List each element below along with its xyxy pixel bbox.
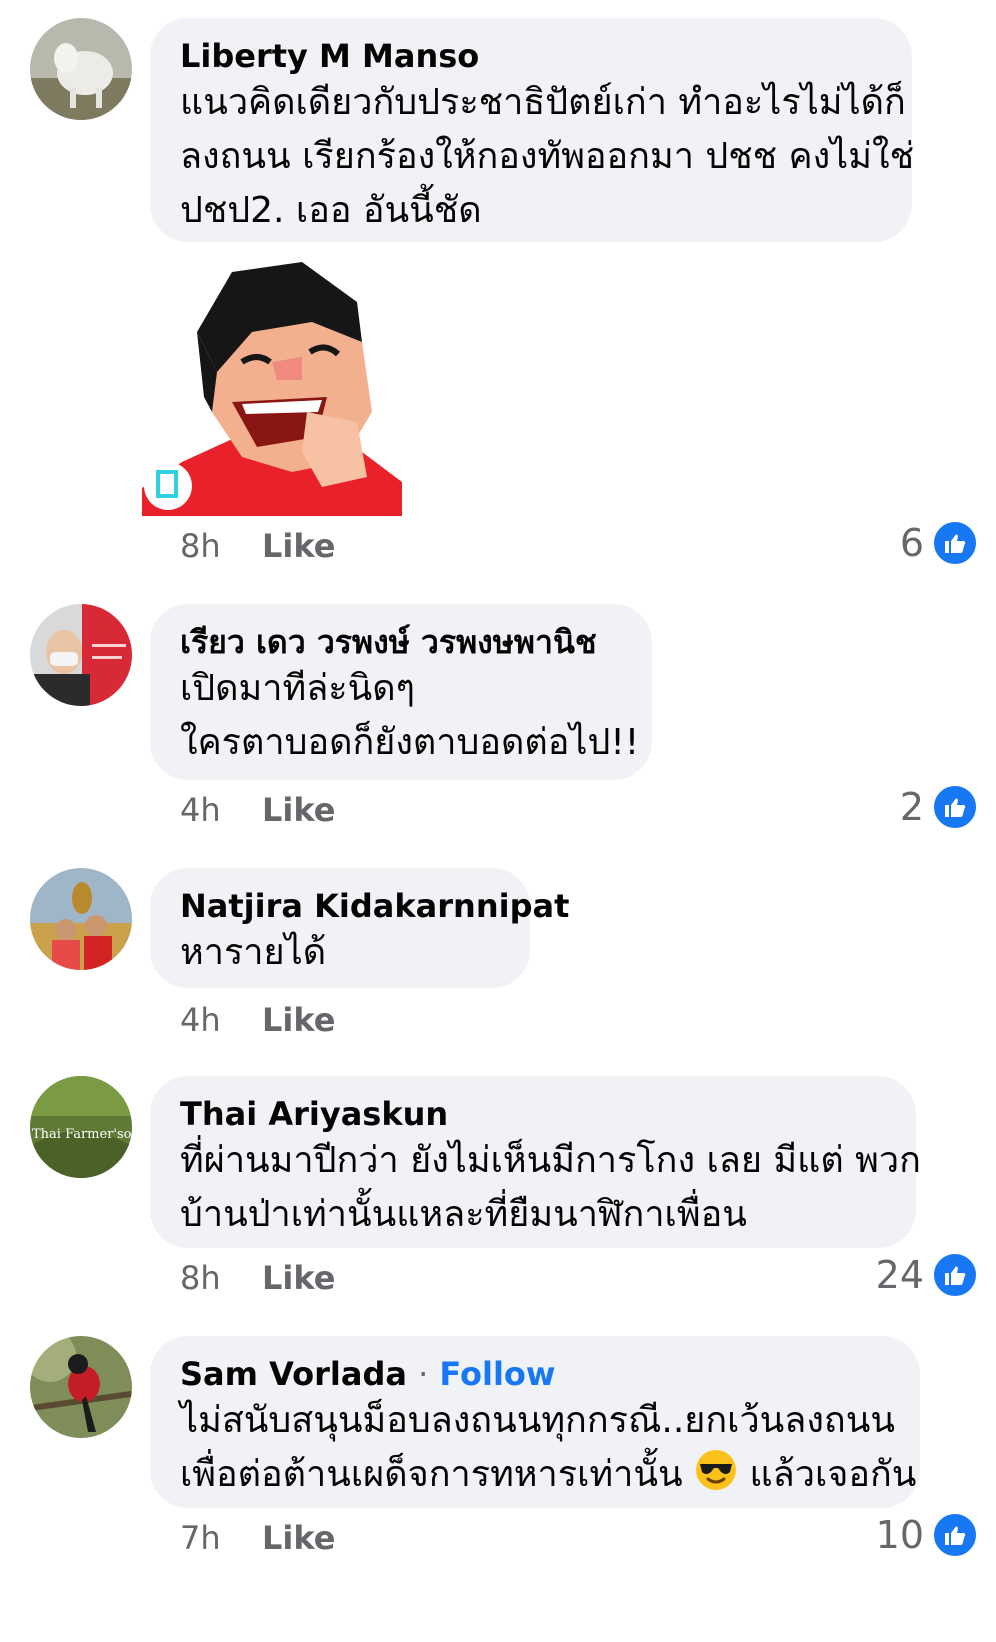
comment-author[interactable]: Sam Vorlada [180, 1355, 407, 1393]
comment-time[interactable]: 7h [180, 1519, 221, 1557]
avatar-natjira[interactable] [30, 868, 132, 970]
comment-author[interactable]: Thai Ariyaskun [180, 1094, 884, 1134]
reaction-number: 24 [875, 1253, 924, 1297]
comment-author-row: Sam Vorlada · Follow [180, 1354, 888, 1394]
avatar-caption: Thai Farmer'son [32, 1127, 132, 1142]
avatar-thai[interactable]: Thai Farmer'son [30, 1076, 132, 1178]
reaction-count[interactable]: 10 [876, 1512, 978, 1558]
thumbs-up-icon [932, 784, 978, 830]
comment-text-line: เปิดมาทีล่ะนิดๆ [180, 668, 415, 709]
comment-time[interactable]: 4h [180, 791, 221, 829]
comment-time[interactable]: 4h [180, 1001, 221, 1039]
comment-text-line: ไม่สนับสนุนม็อบลงถนนทุกกรณี..ยกเว้นลงถนน [180, 1400, 895, 1441]
comment-bubble-2: เรียว เดว วรพงษ์ วรพงษพานิช เปิดมาทีล่ะน… [150, 604, 652, 780]
comment-meta-2: 4h Like [180, 790, 335, 830]
like-button[interactable]: Like [262, 1000, 335, 1040]
comment-bubble-1: Liberty M Manso แนวคิดเดียวกับประชาธิปัต… [150, 18, 915, 242]
like-button[interactable]: Like [262, 790, 335, 830]
comment-bubble-4: Thai Ariyaskun ที่ผ่านมาปีกว่า ยังไม่เห็… [150, 1076, 921, 1248]
comment-bubble-3: Natjira Kidakarnnipat หารายได้ [150, 868, 569, 988]
reaction-number: 2 [899, 785, 924, 829]
comment-text-line: ที่ผ่านมาปีกว่า ยังไม่เห็นมีการโกง เลย ม… [180, 1140, 921, 1181]
like-button[interactable]: Like [262, 1518, 335, 1558]
comment-text-line-with-emoji: เพื่อต่อต้านเผด็จการทหารเท่านั้น แล้วเจอ… [180, 1448, 916, 1508]
comment-meta-3: 4h Like [180, 1000, 335, 1040]
comment-meta-1: 8h Like [180, 526, 335, 566]
comment-text-line: ปชป2. เออ อันนี้ชัด [180, 190, 482, 231]
thumbs-up-icon [932, 1512, 978, 1558]
like-button[interactable]: Like [262, 1258, 335, 1298]
thumbs-up-icon [932, 520, 978, 566]
like-button[interactable]: Like [262, 526, 335, 566]
comment-meta-5: 7h Like [180, 1518, 335, 1558]
comment-author[interactable]: Liberty M Manso [180, 36, 880, 76]
reaction-count[interactable]: 24 [876, 1252, 978, 1298]
thumbs-up-icon [932, 1252, 978, 1298]
reaction-count[interactable]: 2 [900, 784, 978, 830]
reaction-count[interactable]: 6 [900, 520, 978, 566]
comment-text-line: ใครตาบอดก็ยังตาบอดต่อไป!! [180, 722, 640, 763]
comment-author[interactable]: Natjira Kidakarnnipat [180, 886, 569, 926]
comment-time[interactable]: 8h [180, 1259, 221, 1297]
avatar-sam[interactable] [30, 1336, 132, 1438]
comment-text-line: หารายได้ [180, 932, 327, 973]
comment-text-segment: เพื่อต่อต้านเผด็จการทหารเท่านั้น [180, 1454, 683, 1495]
avatar-reaw[interactable] [30, 604, 132, 706]
comment-text-line: ลงถนน เรียกร้องให้กองทัพออกมา ปชช คงไม่ใ… [180, 136, 915, 177]
sunglasses-emoji-icon [694, 1448, 738, 1508]
avatar-liberty[interactable] [30, 18, 132, 120]
reaction-number: 10 [875, 1513, 924, 1557]
follow-button[interactable]: Follow [439, 1355, 555, 1393]
comment-bubble-5: Sam Vorlada · Follow ไม่สนับสนุนม็อบลงถน… [150, 1336, 920, 1508]
comment-time[interactable]: 8h [180, 527, 221, 565]
comment-text-line: บ้านป่าเท่านั้นแหละที่ยืมนาฬิกาเพื่อน [180, 1194, 747, 1235]
comment-author[interactable]: เรียว เดว วรพงษ์ วรพงษพานิช [180, 622, 620, 662]
comment-meta-4: 8h Like [180, 1258, 335, 1298]
separator-dot: · [418, 1355, 429, 1393]
laughing-man-sticker [142, 262, 402, 516]
comment-text-line: แนวคิดเดียวกับประชาธิปัตย์เก่า ทำอะไรไม่… [180, 82, 906, 123]
reaction-number: 6 [899, 521, 924, 565]
comment-text-segment: แล้วเจอกัน [749, 1454, 917, 1495]
